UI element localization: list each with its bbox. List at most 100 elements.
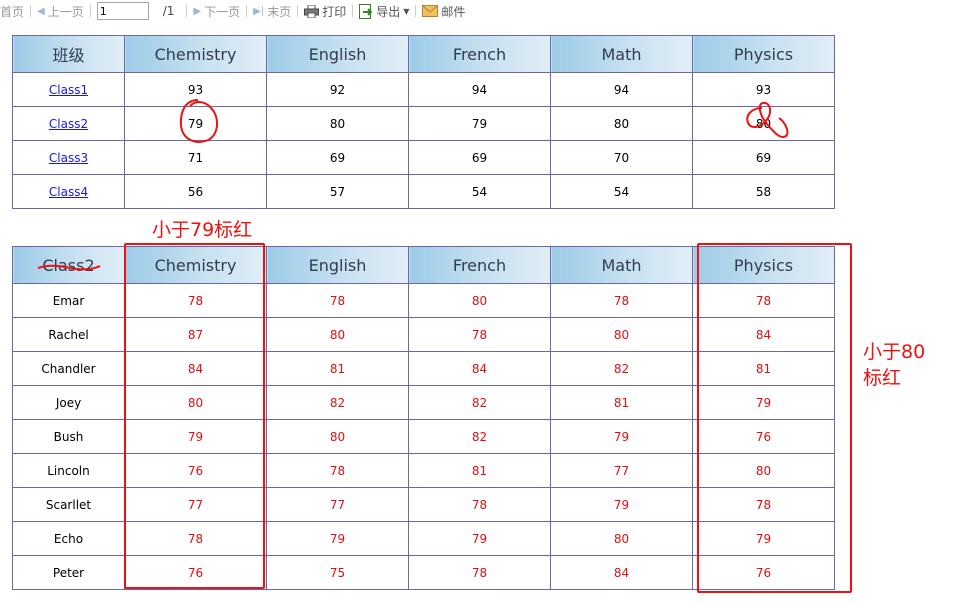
- row-name-cell: Bush: [12, 419, 125, 454]
- student-name: Peter: [52, 565, 85, 580]
- header-english: English: [266, 35, 409, 73]
- header-class2: Class2: [12, 246, 125, 284]
- score-cell: 81: [408, 453, 551, 488]
- score-cell: 80: [692, 106, 835, 141]
- score-cell: 81: [266, 351, 409, 386]
- score-cell: 57: [266, 174, 409, 209]
- toolbar-divider: [186, 5, 188, 17]
- toolbar-divider: [89, 5, 91, 17]
- triangle-left-icon: ◀: [37, 5, 45, 17]
- triangle-last-icon: ▶|: [253, 5, 265, 17]
- last-page-button[interactable]: ▶| 末页: [253, 3, 291, 20]
- student-name: Joey: [55, 395, 82, 410]
- score-cell: 82: [266, 385, 409, 420]
- highlight-box-chemistry: [124, 243, 265, 589]
- score-cell: 71: [124, 140, 267, 175]
- score-cell: 80: [266, 419, 409, 454]
- class-summary-table: 班级 Chemistry English French Math Physics…: [12, 35, 835, 209]
- score-cell: 70: [550, 140, 693, 175]
- row-name-cell: Chandler: [12, 351, 125, 386]
- score-cell: 75: [266, 555, 409, 590]
- header-math: Math: [550, 246, 693, 284]
- score-cell: 69: [692, 140, 835, 175]
- student-name: Chandler: [41, 361, 96, 376]
- toolbar-divider: [30, 5, 32, 17]
- mail-label: 邮件: [441, 4, 466, 19]
- next-page-button[interactable]: ▶ 下一页: [193, 3, 240, 20]
- score-cell: 54: [550, 174, 693, 209]
- report-toolbar: 首页 ◀上一页 /1 ▶下一页 ▶|末页 打印 导出 ▼ 邮件: [0, 0, 953, 22]
- caret-down-icon: ▼: [403, 6, 410, 16]
- mail-icon: [422, 5, 439, 17]
- prev-page-button[interactable]: ◀ 上一页: [37, 3, 84, 20]
- student-name: Rachel: [48, 327, 89, 342]
- prev-page-label: 上一页: [47, 4, 84, 19]
- score-cell: 78: [266, 283, 409, 318]
- class-link[interactable]: Class1: [49, 83, 88, 97]
- page-total-label: /1: [162, 4, 175, 18]
- page-number-input[interactable]: [96, 2, 149, 20]
- export-label: 导出: [376, 4, 401, 19]
- student-name: Echo: [53, 531, 84, 546]
- note-chemistry-label: 小于79标红: [152, 219, 253, 241]
- score-cell: 79: [550, 419, 693, 454]
- row-name-cell: Class3: [12, 140, 125, 175]
- first-page-label: 首页: [0, 4, 25, 19]
- score-cell: 82: [550, 351, 693, 386]
- toolbar-divider: [352, 5, 354, 17]
- row-name-cell: Rachel: [12, 317, 125, 352]
- class-link[interactable]: Class3: [49, 151, 88, 165]
- table-row: Class3 71 69 69 70 69: [12, 140, 835, 175]
- score-cell: 80: [408, 283, 551, 318]
- row-name-cell: Echo: [12, 521, 125, 556]
- score-cell: 79: [266, 521, 409, 556]
- score-cell: 93: [124, 72, 267, 107]
- score-cell: 81: [550, 385, 693, 420]
- score-cell: 78: [266, 453, 409, 488]
- export-icon: [359, 3, 373, 19]
- score-cell: 77: [266, 487, 409, 522]
- row-name-cell: Class1: [12, 72, 125, 107]
- table-row: Class1 93 92 94 94 93: [12, 72, 835, 107]
- header-class: 班级: [12, 35, 125, 73]
- score-cell: 77: [550, 453, 693, 488]
- next-page-label: 下一页: [204, 4, 241, 19]
- header-french: French: [408, 246, 551, 284]
- print-button[interactable]: 打印: [304, 3, 346, 20]
- score-cell: 80: [550, 317, 693, 352]
- row-name-cell: Class4: [12, 174, 125, 209]
- score-cell: 78: [550, 283, 693, 318]
- score-cell: 69: [408, 140, 551, 175]
- score-cell: 80: [550, 521, 693, 556]
- score-cell: 82: [408, 419, 551, 454]
- score-cell: 79: [124, 106, 267, 141]
- table-row: Class2 79 80 79 80 80: [12, 106, 835, 141]
- student-name: Emar: [52, 293, 85, 308]
- table-row: Class4 56 57 54 54 58: [12, 174, 835, 209]
- class-link[interactable]: Class4: [49, 185, 88, 199]
- score-cell: 80: [550, 106, 693, 141]
- mail-button[interactable]: 邮件: [422, 3, 465, 20]
- score-cell: 94: [550, 72, 693, 107]
- toolbar-divider: [246, 5, 248, 17]
- score-cell: 58: [692, 174, 835, 209]
- row-name-cell: Joey: [12, 385, 125, 420]
- row-name-cell: Scarllet: [12, 487, 125, 522]
- student-name: Scarllet: [45, 497, 92, 512]
- header-physics: Physics: [692, 35, 835, 73]
- toolbar-divider: [415, 5, 417, 17]
- score-cell: 78: [408, 487, 551, 522]
- row-name-cell: Lincoln: [12, 453, 125, 488]
- header-chemistry: Chemistry: [124, 35, 267, 73]
- class-link[interactable]: Class2: [49, 117, 88, 131]
- score-cell: 84: [550, 555, 693, 590]
- export-dropdown-button[interactable]: 导出 ▼: [359, 3, 409, 20]
- score-cell: 80: [266, 106, 409, 141]
- score-cell: 79: [408, 106, 551, 141]
- printer-icon: [304, 4, 320, 18]
- score-cell: 69: [266, 140, 409, 175]
- score-cell: 78: [408, 555, 551, 590]
- first-page-button[interactable]: 首页: [0, 3, 24, 20]
- score-cell: 79: [550, 487, 693, 522]
- highlight-box-physics: [697, 243, 852, 593]
